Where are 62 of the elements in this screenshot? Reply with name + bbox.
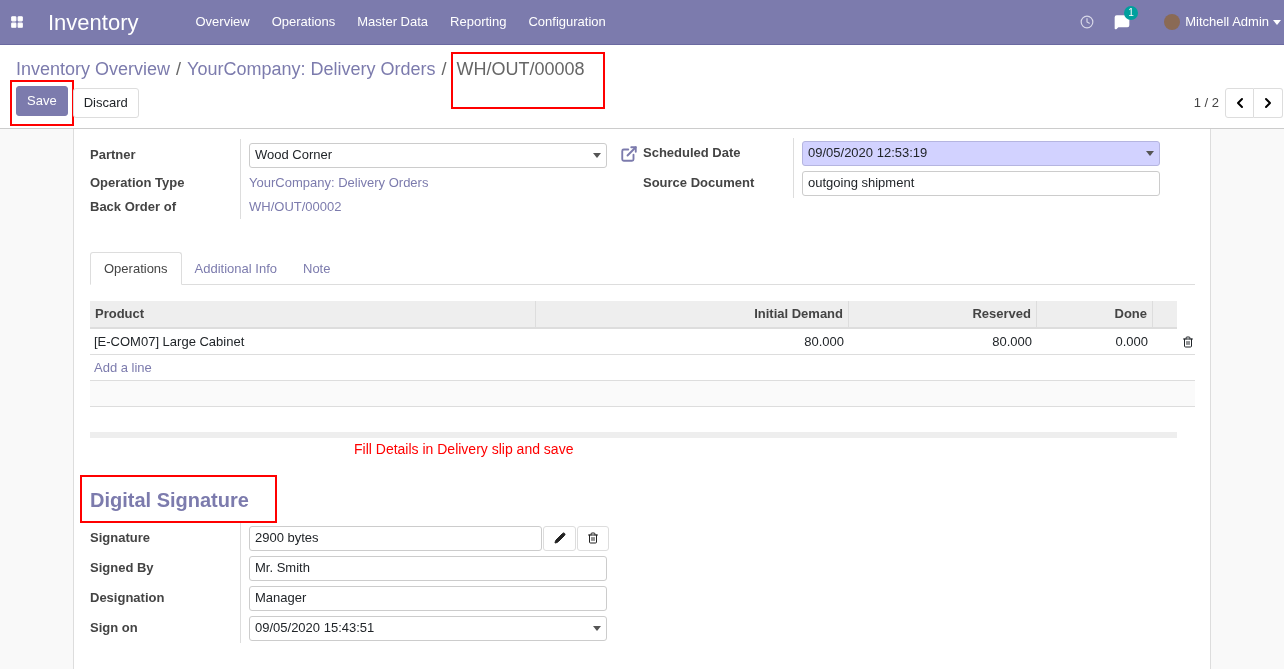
message-count-badge: 1 [1124,6,1138,20]
link[interactable]: YourCompany: Delivery Orders [249,171,429,195]
next-button[interactable] [1254,88,1283,118]
field-label: Back Order of [90,198,177,217]
column-header[interactable]: Product [90,301,535,327]
pager-value: 1 / 2 [1193,94,1219,113]
table-cell-text: 0.000 [1114,332,1149,351]
caret-icon [593,625,601,631]
edit-button[interactable] [543,525,576,551]
column-header[interactable]: Reserved [848,301,1036,327]
app-name: Inventory [48,8,139,37]
select-field[interactable]: 09/05/2020 15:43:51 [249,615,607,641]
tab[interactable]: Operations [90,252,182,285]
field-label: Signature [90,529,151,548]
field-label: Scheduled Date [643,144,742,163]
breadcrumb-link[interactable]: Inventory Overview [16,55,171,83]
field-label: Sign on [90,619,139,638]
breadcrumb-link[interactable]: YourCompany: Delivery Orders [187,55,436,83]
instruction-note: Fill Details in Delivery slip and save [354,440,574,459]
menu-item[interactable]: Configuration [517,12,617,32]
field-label: Signed By [90,559,155,578]
breadcrumb-current: WH/OUT/00008 [452,53,603,107]
select-field[interactable]: 09/05/2020 12:53:19 [802,140,1160,166]
save-button[interactable]: Save [16,86,68,116]
input-field[interactable]: Mr. Smith [249,555,607,581]
tab[interactable]: Note [290,252,344,285]
menu-item[interactable]: Overview [184,12,261,32]
discard-button[interactable]: Discard [72,88,139,118]
user-name[interactable]: Mitchell Admin [1185,12,1269,32]
pencil-icon [553,532,566,544]
trash-icon [587,532,599,544]
select-field[interactable]: Wood Corner [249,142,607,168]
input-field[interactable]: Manager [249,585,607,611]
trash-icon[interactable] [1182,335,1194,348]
field-label: Source Document [643,174,756,193]
add-line-link[interactable]: Add a line [94,357,152,378]
caret-icon [1146,150,1154,156]
breadcrumb-separator: / [176,57,182,81]
field-label: Operation Type [90,174,186,193]
column-header[interactable]: Done [1036,301,1152,327]
menu-item[interactable]: Reporting [439,12,518,32]
delete-button[interactable] [577,525,609,551]
previous-button[interactable] [1225,88,1254,118]
menu-item[interactable]: Operations [260,12,347,32]
field-label: Designation [90,589,166,608]
input-field[interactable]: outgoing shipment [802,170,1160,196]
link[interactable]: WH/OUT/00002 [249,195,342,219]
breadcrumb-separator: / [441,57,447,81]
table-cell-text: [E-COM07] Large Cabinet [93,332,246,351]
section-title: Digital Signature [82,477,275,521]
apps-menu-icon[interactable] [10,15,24,29]
field-label: Partner [90,146,137,165]
column-header[interactable]: Initial Demand [535,301,848,327]
menu-item[interactable]: Master Data [346,12,440,32]
table-cell-text: 80.000 [991,332,1033,351]
input-field[interactable]: 2900 bytes [249,525,542,551]
tab[interactable]: Additional Info [181,252,290,285]
activity-clock-icon[interactable] [1080,15,1095,29]
caret-icon [593,152,601,158]
caret-icon [1273,19,1281,25]
table-cell-text: 80.000 [803,332,845,351]
external-link-icon[interactable] [620,145,638,163]
